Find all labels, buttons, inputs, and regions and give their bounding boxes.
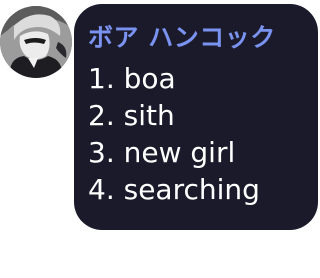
message-line: 3. new girl <box>88 136 236 169</box>
user-avatar-icon[interactable] <box>0 6 72 78</box>
message-line: 4. searching <box>88 173 260 206</box>
chat-message-row: ボア ハンコック 1. boa 2. sith 3. new girl 4. s… <box>0 0 320 278</box>
sender-name[interactable]: ボア ハンコック <box>88 16 308 60</box>
message-line: 2. sith <box>88 99 175 132</box>
message-line: 1. boa <box>88 62 176 95</box>
message-bubble: ボア ハンコック 1. boa 2. sith 3. new girl 4. s… <box>74 4 318 230</box>
